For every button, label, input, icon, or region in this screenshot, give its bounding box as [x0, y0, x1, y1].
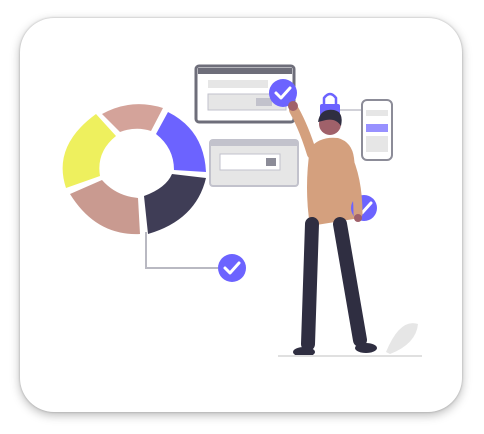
donut-segment-rose-top — [102, 104, 163, 132]
phone-icon — [361, 99, 393, 161]
donut-segment-rose-bottom — [70, 180, 140, 235]
illustration-card — [20, 18, 462, 412]
connector-line — [145, 232, 218, 269]
donut-chart — [62, 104, 206, 235]
plant-icon — [386, 323, 418, 354]
donut-segment-yellow — [62, 114, 116, 188]
check-icon — [218, 254, 246, 282]
donut-segment-dark — [144, 174, 206, 234]
illustration — [62, 64, 422, 357]
page — [0, 0, 484, 434]
browser-window-bottom — [209, 139, 299, 187]
